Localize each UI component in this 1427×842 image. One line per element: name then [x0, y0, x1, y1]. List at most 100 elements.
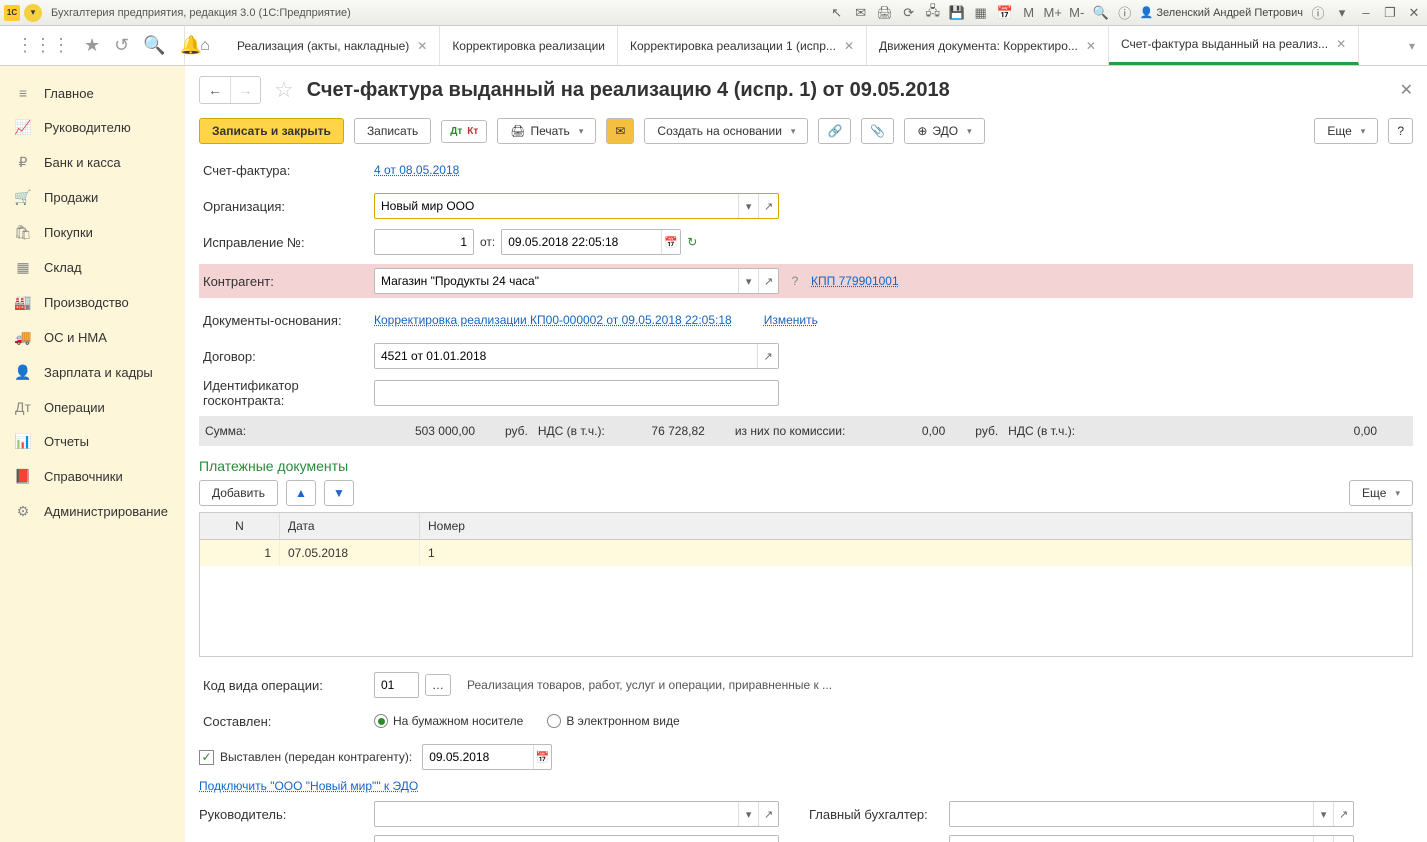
close-page-button[interactable]: ✕ — [1400, 80, 1413, 100]
table-row[interactable]: 1 07.05.2018 1 — [200, 540, 1412, 566]
open-icon[interactable]: ↗ — [758, 194, 778, 218]
dropdown-icon[interactable]: ▾ — [1313, 836, 1333, 842]
more-button[interactable]: Еще — [1314, 118, 1378, 144]
close-icon[interactable]: ✕ — [1336, 37, 1346, 51]
calendar-icon[interactable]: 📅 — [533, 745, 552, 769]
zoom-icon[interactable]: 🔍 — [1092, 4, 1110, 22]
tab-maximize-button[interactable]: ▾ — [1397, 26, 1427, 65]
dropdown-icon[interactable]: ▾ — [738, 269, 758, 293]
sidebar-item-main[interactable]: ≡Главное — [0, 76, 185, 110]
dropdown-icon[interactable]: ▾ — [738, 802, 758, 826]
maximize-icon[interactable]: ❐ — [1381, 4, 1399, 22]
move-down-button[interactable]: ▼ — [324, 480, 354, 506]
print-icon[interactable]: 🖨 — [876, 4, 894, 22]
grid-icon[interactable]: ▦ — [972, 4, 990, 22]
print-button[interactable]: 🖨Печать — [497, 118, 596, 144]
back-button[interactable]: ← — [200, 77, 230, 103]
dropdown-icon[interactable]: ▾ — [1313, 802, 1333, 826]
sidebar-item-sales[interactable]: 🛒Продажи — [0, 180, 185, 215]
edo-button[interactable]: ⊕ЭДО — [904, 118, 984, 144]
help-status-icon[interactable]: ⓘ — [1309, 4, 1327, 22]
director-input[interactable] — [375, 802, 738, 826]
organization-input[interactable] — [375, 194, 738, 218]
open-icon[interactable]: ↗ — [757, 344, 778, 368]
comment-input[interactable] — [375, 836, 778, 842]
create-based-button[interactable]: Создать на основании — [644, 118, 808, 144]
radio-electronic[interactable]: В электронном виде — [547, 714, 679, 728]
opcode-input[interactable] — [375, 673, 418, 697]
issued-date-input[interactable] — [423, 745, 532, 769]
sidebar-item-admin[interactable]: ⚙Администрирование — [0, 494, 185, 529]
mail-icon[interactable]: ✉ — [852, 4, 870, 22]
change-link[interactable]: Изменить — [764, 313, 818, 327]
open-icon[interactable]: ↗ — [1333, 802, 1353, 826]
sidebar-item-assets[interactable]: 🚚ОС и НМА — [0, 320, 185, 355]
history-icon[interactable]: ↺ — [114, 35, 129, 56]
sidebar-item-manager[interactable]: 📈Руководителю — [0, 110, 185, 145]
move-up-button[interactable]: ▲ — [286, 480, 316, 506]
close-icon[interactable]: ✕ — [417, 39, 427, 53]
minimize-icon[interactable]: – — [1357, 4, 1375, 22]
open-icon[interactable]: ↗ — [1333, 836, 1353, 842]
tab-invoice-issued[interactable]: Счет-фактура выданный на реализ... ✕ — [1109, 26, 1359, 65]
link-button[interactable]: 🔗 — [818, 118, 851, 144]
sidebar-item-reports[interactable]: 📊Отчеты — [0, 424, 185, 459]
calendar-icon[interactable]: 📅 — [661, 230, 681, 254]
user-badge[interactable]: 👤 Зеленский Андрей Петрович — [1140, 6, 1303, 19]
refresh-icon[interactable]: ⟳ — [900, 4, 918, 22]
save-button[interactable]: Записать — [354, 118, 431, 144]
dtct-button[interactable]: ДтКт — [441, 120, 487, 143]
th-date[interactable]: Дата — [280, 513, 420, 539]
accountant-input[interactable] — [950, 802, 1313, 826]
counterparty-input[interactable] — [375, 269, 738, 293]
payments-more-button[interactable]: Еще — [1349, 480, 1413, 506]
opcode-select-button[interactable]: … — [425, 674, 451, 696]
forward-button[interactable]: → — [230, 77, 260, 103]
home-button[interactable]: ⌂ — [185, 26, 225, 65]
dropdown-icon[interactable]: ▾ — [738, 194, 758, 218]
app-dropdown-icon[interactable]: ▾ — [24, 4, 42, 22]
gov-id-input[interactable] — [375, 381, 778, 405]
star-icon[interactable]: ★ — [84, 35, 100, 56]
tab-correction[interactable]: Корректировка реализации — [440, 26, 618, 65]
memory-mm[interactable]: M- — [1068, 4, 1086, 22]
edo-connect-link[interactable]: Подключить "ООО "Новый мир"" к ЭДО — [199, 779, 418, 793]
responsible-input[interactable] — [950, 836, 1313, 842]
search-icon[interactable]: 🔍 — [143, 35, 165, 56]
attach-button[interactable]: 📎 — [861, 118, 894, 144]
close-window-icon[interactable]: ✕ — [1405, 4, 1423, 22]
invoice-link[interactable]: 4 от 08.05.2018 — [374, 163, 459, 177]
sidebar-item-purchases[interactable]: 🛍Покупки — [0, 215, 185, 250]
info-icon[interactable]: ⓘ — [1116, 4, 1134, 22]
open-icon[interactable]: ↗ — [758, 802, 778, 826]
tab-movements[interactable]: Движения документа: Корректиро... ✕ — [867, 26, 1109, 65]
sidebar-item-references[interactable]: 📕Справочники — [0, 459, 185, 494]
sidebar-item-bank[interactable]: ₽Банк и касса — [0, 145, 185, 180]
correction-number-input[interactable] — [375, 230, 473, 254]
kpp-link[interactable]: КПП 779901001 — [811, 274, 899, 288]
memory-m[interactable]: M — [1020, 4, 1038, 22]
sidebar-item-operations[interactable]: ДтОперации — [0, 390, 185, 424]
favorite-button[interactable]: ☆ — [274, 77, 294, 103]
calendar-icon[interactable]: 📅 — [996, 4, 1014, 22]
help-button[interactable]: ? — [1388, 118, 1413, 144]
save-close-button[interactable]: Записать и закрыть — [199, 118, 344, 144]
contract-input[interactable] — [375, 344, 757, 368]
basis-link[interactable]: Корректировка реализации КП00-000002 от … — [374, 313, 732, 327]
tab-realization[interactable]: Реализация (акты, накладные) ✕ — [225, 26, 440, 65]
refresh-date-icon[interactable]: ↻ — [687, 235, 697, 249]
th-number[interactable]: Номер — [420, 513, 1412, 539]
close-icon[interactable]: ✕ — [1086, 39, 1096, 53]
close-icon[interactable]: ✕ — [844, 39, 854, 53]
memory-mp[interactable]: M+ — [1044, 4, 1062, 22]
apps-icon[interactable]: ⋮⋮⋮ — [16, 35, 70, 56]
question-icon[interactable]: ? — [785, 274, 805, 288]
mail-button[interactable]: ✉ — [606, 118, 634, 144]
sidebar-item-production[interactable]: 🏭Производство — [0, 285, 185, 320]
dropdown-icon[interactable]: ▾ — [1333, 4, 1351, 22]
sidebar-item-warehouse[interactable]: ▦Склад — [0, 250, 185, 285]
issued-checkbox[interactable]: ✓ — [199, 750, 214, 765]
th-n[interactable]: N — [200, 513, 280, 539]
sidebar-item-hr[interactable]: 👤Зарплата и кадры — [0, 355, 185, 390]
server-icon[interactable]: 🖧 — [924, 4, 942, 22]
